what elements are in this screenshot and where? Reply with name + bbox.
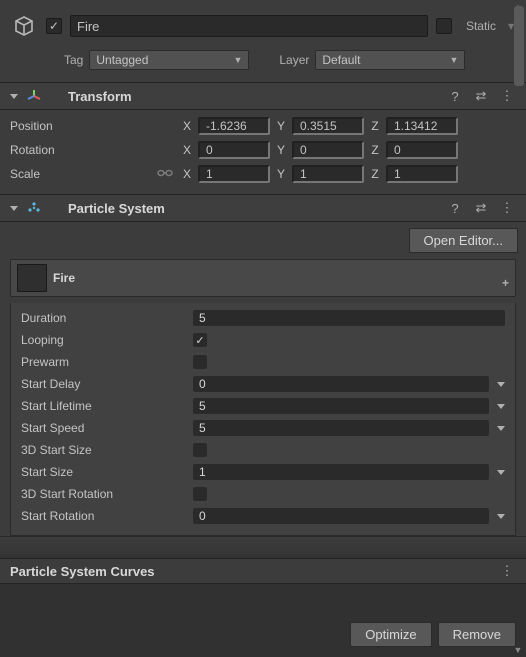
transform-foldout[interactable] <box>10 94 18 99</box>
dropdown-icon[interactable] <box>497 426 505 431</box>
start-rotation-3d-checkbox[interactable] <box>193 487 207 501</box>
gameobject-name-input[interactable] <box>70 15 428 37</box>
start-size-label: Start Size <box>21 465 189 479</box>
dropdown-icon[interactable] <box>497 382 505 387</box>
tag-dropdown[interactable]: Untagged ▼ <box>89 50 249 70</box>
particle-system-foldout[interactable] <box>10 206 18 211</box>
y-label: Y <box>274 119 288 133</box>
start-size-3d-checkbox[interactable] <box>193 443 207 457</box>
remove-button[interactable]: Remove <box>438 622 516 647</box>
dropdown-icon[interactable] <box>497 470 505 475</box>
x-label: X <box>180 119 194 133</box>
rotation-z-input[interactable] <box>386 141 458 159</box>
start-speed-input[interactable]: 5 <box>193 420 489 436</box>
help-icon[interactable]: ? <box>446 87 464 105</box>
optimize-button[interactable]: Optimize <box>350 622 431 647</box>
duration-label: Duration <box>21 311 189 325</box>
constrain-proportions-icon[interactable] <box>156 167 174 182</box>
looping-checkbox[interactable] <box>193 333 207 347</box>
transform-title: Transform <box>68 89 132 104</box>
position-y-input[interactable] <box>292 117 364 135</box>
rotation-y-input[interactable] <box>292 141 364 159</box>
chevron-down-icon: ▼ <box>449 55 458 65</box>
position-label: Position <box>10 119 176 133</box>
context-menu-icon[interactable]: ⋮ <box>498 87 516 105</box>
position-z-input[interactable] <box>386 117 458 135</box>
add-module-button[interactable]: + <box>502 276 509 290</box>
open-editor-button[interactable]: Open Editor... <box>409 228 519 253</box>
duration-input[interactable]: 5 <box>193 310 505 326</box>
z-label: Z <box>368 143 382 157</box>
start-speed-label: Start Speed <box>21 421 189 435</box>
transform-icon <box>26 88 42 104</box>
prewarm-label: Prewarm <box>21 355 189 369</box>
position-x-input[interactable] <box>198 117 270 135</box>
active-checkbox[interactable] <box>46 18 62 34</box>
start-rotation-input[interactable]: 0 <box>193 508 489 524</box>
particle-module-name: Fire <box>53 271 75 285</box>
start-size-input[interactable]: 1 <box>193 464 489 480</box>
particle-system-icon <box>26 200 42 216</box>
y-label: Y <box>274 143 288 157</box>
layer-label: Layer <box>279 53 309 67</box>
curves-title: Particle System Curves <box>10 564 155 579</box>
start-lifetime-input[interactable]: 5 <box>193 398 489 414</box>
dropdown-icon[interactable] <box>497 514 505 519</box>
context-menu-icon[interactable]: ⋮ <box>498 199 516 217</box>
static-dropdown-icon[interactable]: ▾ <box>508 19 514 33</box>
scale-z-input[interactable] <box>386 165 458 183</box>
rotation-label: Rotation <box>10 143 176 157</box>
z-label: Z <box>368 119 382 133</box>
start-size-3d-label: 3D Start Size <box>21 443 189 457</box>
scale-x-input[interactable] <box>198 165 270 183</box>
start-lifetime-label: Start Lifetime <box>21 399 189 413</box>
preset-icon[interactable]: ⇄ <box>472 199 490 217</box>
z-label: Z <box>368 167 382 181</box>
x-label: X <box>180 167 194 181</box>
prewarm-checkbox[interactable] <box>193 355 207 369</box>
static-label: Static <box>466 19 496 33</box>
start-delay-input[interactable]: 0 <box>193 376 489 392</box>
gameobject-cube-icon <box>10 12 38 40</box>
x-label: X <box>180 143 194 157</box>
scale-label: Scale <box>10 167 40 181</box>
context-menu-icon[interactable]: ⋮ <box>498 562 516 580</box>
help-icon[interactable]: ? <box>446 199 464 217</box>
dropdown-icon[interactable] <box>497 404 505 409</box>
start-rotation-3d-label: 3D Start Rotation <box>21 487 189 501</box>
y-label: Y <box>274 167 288 181</box>
layer-dropdown[interactable]: Default ▼ <box>315 50 465 70</box>
rotation-x-input[interactable] <box>198 141 270 159</box>
tag-label: Tag <box>64 53 83 67</box>
particle-system-title: Particle System <box>68 201 165 216</box>
scale-y-input[interactable] <box>292 165 364 183</box>
looping-label: Looping <box>21 333 189 347</box>
particle-color-swatch[interactable] <box>17 264 47 292</box>
preset-icon[interactable]: ⇄ <box>472 87 490 105</box>
start-delay-label: Start Delay <box>21 377 189 391</box>
tag-value: Untagged <box>96 53 148 67</box>
chevron-down-icon: ▼ <box>233 55 242 65</box>
static-checkbox[interactable] <box>436 18 452 34</box>
layer-value: Default <box>322 53 360 67</box>
start-rotation-label: Start Rotation <box>21 509 189 523</box>
